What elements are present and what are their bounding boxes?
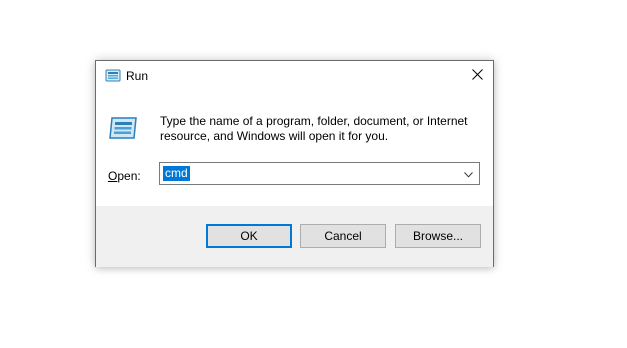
- browse-button[interactable]: Browse...: [395, 224, 481, 248]
- open-label: Open:: [108, 169, 141, 183]
- dialog-content: Type the name of a program, folder, docu…: [96, 91, 493, 206]
- open-input[interactable]: cmd: [163, 166, 190, 181]
- cancel-button[interactable]: Cancel: [300, 224, 386, 248]
- open-label-text: pen:: [117, 169, 141, 183]
- close-button[interactable]: [461, 61, 493, 91]
- window-title: Run: [126, 69, 149, 83]
- close-icon: [471, 69, 483, 83]
- run-dialog: Run Type the name of a program, folder, …: [95, 60, 494, 267]
- title-bar[interactable]: Run: [96, 61, 493, 91]
- dropdown-button[interactable]: [460, 164, 477, 183]
- open-combobox[interactable]: cmd: [159, 162, 480, 185]
- run-program-icon: [108, 114, 140, 142]
- run-icon: [105, 69, 121, 83]
- ok-button[interactable]: OK: [206, 224, 292, 248]
- open-label-accelerator: O: [108, 169, 118, 183]
- chevron-down-icon: [464, 167, 473, 181]
- dialog-description: Type the name of a program, folder, docu…: [160, 114, 468, 143]
- button-bar: OK Cancel Browse...: [96, 206, 493, 267]
